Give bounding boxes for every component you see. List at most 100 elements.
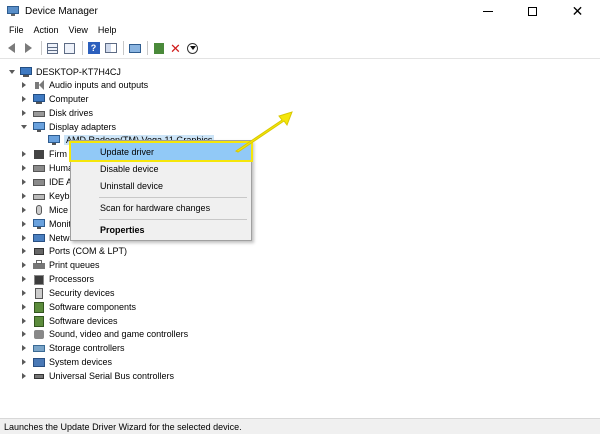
back-button[interactable]	[4, 41, 19, 56]
tree-item-monitors[interactable]: Monit	[20, 217, 71, 231]
window-controls: ✕	[465, 0, 600, 22]
expand-toggle-icon[interactable]	[20, 81, 28, 89]
tree-item-disk-drives[interactable]: Disk drives	[20, 106, 93, 120]
expand-toggle-icon[interactable]	[20, 372, 28, 380]
tree-item-hid[interactable]: Huma	[20, 161, 73, 175]
panel-icon	[104, 43, 117, 53]
expand-toggle-icon[interactable]	[20, 178, 28, 186]
download-button[interactable]	[185, 41, 200, 56]
properties-menu-item[interactable]: Properties	[71, 221, 251, 238]
expand-toggle-icon[interactable]	[20, 344, 28, 352]
expand-toggle-icon[interactable]	[20, 317, 28, 325]
panel-button[interactable]	[103, 41, 118, 56]
toolbar-separator	[82, 41, 83, 55]
menu-view[interactable]: View	[64, 25, 93, 35]
maximize-icon	[528, 6, 537, 16]
close-button[interactable]: ✕	[555, 0, 600, 22]
computer-icon	[20, 66, 32, 78]
toolbar-separator	[123, 41, 124, 55]
expand-toggle-icon[interactable]	[20, 303, 28, 311]
expand-toggle-icon[interactable]	[20, 150, 28, 158]
disk-drive-icon	[33, 108, 45, 119]
tree-item-system-devices[interactable]: System devices	[20, 355, 112, 369]
tree-item-print-queues[interactable]: Print queues	[20, 258, 100, 272]
help-button[interactable]: ?	[86, 41, 101, 56]
expand-toggle-icon[interactable]	[20, 358, 28, 366]
tree-item-software-devices[interactable]: Software devices	[20, 314, 118, 328]
display-adapter-icon	[48, 134, 60, 146]
device-list-icon	[47, 42, 58, 54]
context-menu: Update driver Disable device Uninstall d…	[69, 140, 253, 241]
disable-device-menu-item[interactable]: Disable device	[71, 160, 251, 177]
tree-root[interactable]: DESKTOP-KT7H4CJ	[8, 65, 121, 79]
expand-toggle-icon[interactable]	[20, 275, 28, 283]
expand-toggle-icon[interactable]	[20, 95, 28, 103]
expand-toggle-icon[interactable]	[20, 234, 28, 242]
tree-item-ide[interactable]: IDE A	[20, 175, 72, 189]
root-label: DESKTOP-KT7H4CJ	[36, 67, 121, 77]
tree-item-security-devices[interactable]: Security devices	[20, 286, 115, 300]
uninstall-device-menu-item[interactable]: Uninstall device	[71, 177, 251, 194]
tree-item-storage[interactable]: Storage controllers	[20, 341, 125, 355]
minimize-button[interactable]	[465, 0, 510, 22]
tree-item-label: System devices	[49, 357, 113, 367]
monitor-icon	[128, 43, 141, 53]
scan-hardware-button[interactable]	[127, 41, 142, 56]
forward-button[interactable]	[21, 41, 36, 56]
add-driver-button[interactable]	[151, 41, 166, 56]
expand-toggle-icon[interactable]	[20, 164, 28, 172]
expand-toggle-icon[interactable]	[8, 68, 16, 76]
tree-item-network[interactable]: Netw	[20, 231, 70, 245]
network-icon	[33, 233, 45, 244]
maximize-button[interactable]	[510, 0, 555, 22]
download-icon	[187, 42, 198, 54]
tree-item-label: Netw	[49, 233, 70, 243]
scan-hardware-menu-item[interactable]: Scan for hardware changes	[71, 199, 251, 216]
tree-item-keyboards[interactable]: Keyb	[20, 189, 70, 203]
tree-item-label: Software devices	[49, 316, 118, 326]
tree-item-audio[interactable]: Audio inputs and outputs	[20, 78, 148, 92]
software-icon	[33, 301, 45, 313]
tree-item-label: Processors	[49, 274, 95, 284]
expand-toggle-icon[interactable]	[20, 330, 28, 338]
properties-button[interactable]	[62, 41, 77, 56]
tree-item-mice[interactable]: Mice	[20, 203, 68, 217]
tree-item-label: IDE A	[49, 177, 73, 187]
tree-item-usb[interactable]: Universal Serial Bus controllers	[20, 369, 174, 383]
expand-toggle-icon[interactable]	[20, 247, 28, 255]
tree-item-processors[interactable]: Processors	[20, 272, 94, 286]
status-text: Launches the Update Driver Wizard for th…	[4, 421, 242, 432]
mouse-icon	[33, 204, 45, 216]
tree-item-ports[interactable]: Ports (COM & LPT)	[20, 244, 127, 258]
expand-toggle-icon[interactable]	[20, 220, 28, 228]
tree-item-display-adapters[interactable]: Display adapters	[20, 120, 116, 134]
expand-toggle-icon[interactable]	[20, 206, 28, 214]
menu-help[interactable]: Help	[93, 25, 122, 35]
expand-toggle-icon[interactable]	[20, 192, 28, 200]
uninstall-button[interactable]: ✕	[168, 41, 183, 56]
tree-item-computer[interactable]: Computer	[20, 92, 89, 106]
toolbar-separator	[41, 41, 42, 55]
keyboard-icon	[33, 191, 45, 202]
expand-toggle-icon[interactable]	[20, 109, 28, 117]
uninstall-icon: ✕	[170, 40, 181, 56]
tree-item-label: Computer	[49, 94, 89, 104]
tree-item-label: Keyb	[49, 191, 70, 201]
menu-separator	[99, 219, 247, 220]
tree-item-sound[interactable]: Sound, video and game controllers	[20, 327, 188, 341]
menu-file[interactable]: File	[0, 25, 29, 35]
update-driver-menu-item[interactable]: Update driver	[69, 141, 253, 162]
tree-item-firmware[interactable]: Firm	[20, 147, 67, 161]
monitor-icon	[33, 218, 45, 230]
forward-icon	[25, 43, 32, 53]
device-list-button[interactable]	[45, 41, 60, 56]
tree-item-label: Disk drives	[49, 108, 94, 118]
expand-toggle-icon[interactable]	[20, 261, 28, 269]
sound-icon	[33, 329, 45, 340]
menu-action[interactable]: Action	[29, 25, 64, 35]
expand-toggle-icon[interactable]	[20, 289, 28, 297]
expand-toggle-icon[interactable]	[20, 123, 28, 131]
tree-item-label: Ports (COM & LPT)	[49, 246, 128, 256]
help-icon: ?	[87, 42, 100, 54]
tree-item-software-components[interactable]: Software components	[20, 300, 136, 314]
